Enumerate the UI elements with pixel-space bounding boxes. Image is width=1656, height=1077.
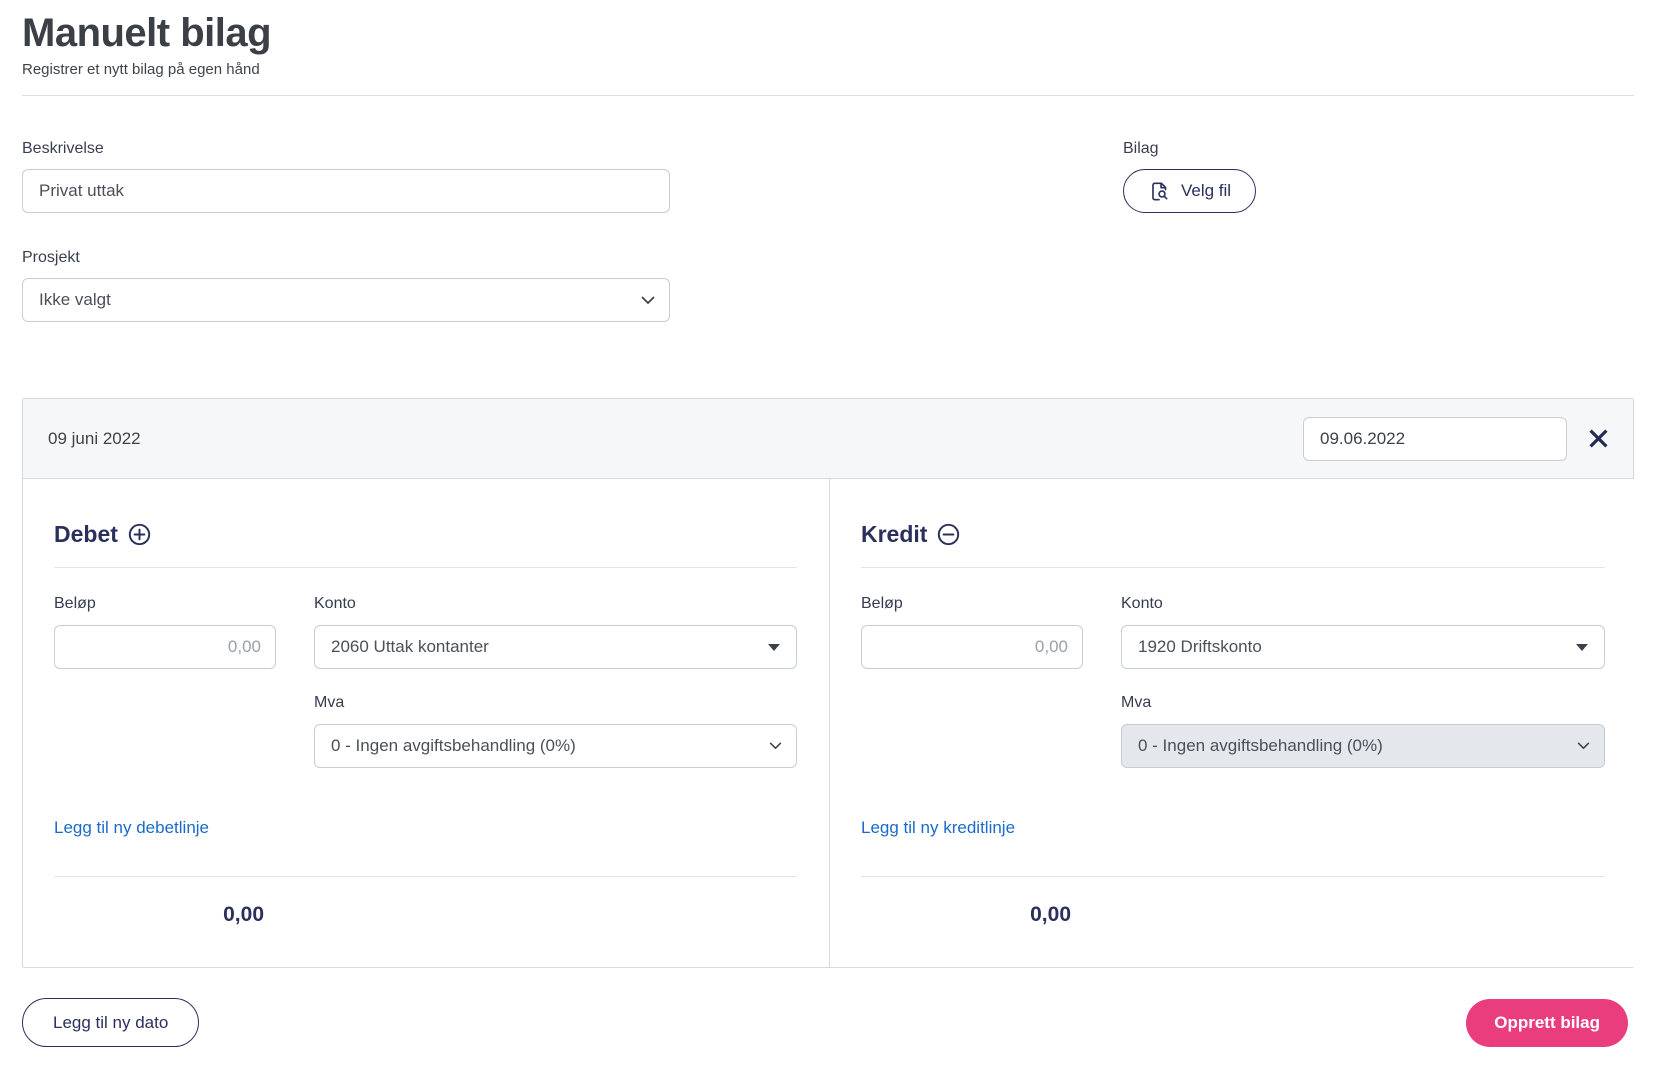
- credit-total: 0,00: [861, 903, 1083, 927]
- close-icon: [1586, 426, 1611, 451]
- debit-account-label: Konto: [314, 595, 797, 613]
- debit-total: 0,00: [54, 903, 276, 927]
- credit-title: Kredit: [861, 521, 927, 548]
- project-field-group: Prosjekt Ikke valgt: [22, 249, 1634, 322]
- chevron-down-icon: [769, 742, 782, 750]
- page-subtitle: Registrer et nytt bilag på egen hånd: [22, 61, 1634, 78]
- debit-account-group: Konto 2060 Uttak kontanter Mva 0 - Ingen…: [314, 595, 797, 768]
- chevron-down-icon: [1577, 742, 1590, 750]
- create-voucher-button[interactable]: Opprett bilag: [1466, 999, 1628, 1047]
- date-heading: 09 juni 2022: [48, 429, 141, 449]
- debit-vat-select[interactable]: 0 - Ingen avgiftsbehandling (0%): [314, 724, 797, 768]
- credit-account-label: Konto: [1121, 595, 1605, 613]
- footer-actions: Legg til ny dato Opprett bilag: [22, 998, 1634, 1047]
- credit-amount-group: Beløp: [861, 595, 1083, 768]
- project-select[interactable]: Ikke valgt: [22, 278, 670, 322]
- attachment-field-group: Bilag Velg fil: [1123, 140, 1256, 213]
- credit-fields-row: Beløp Konto 1920 Driftskonto Mva 0 - Ing: [861, 595, 1605, 768]
- description-input[interactable]: [22, 169, 670, 213]
- debit-credit-panels: Debet Beløp Konto: [23, 479, 1633, 967]
- debit-total-divider: [54, 876, 797, 877]
- date-input[interactable]: [1303, 417, 1567, 461]
- credit-vat-value: 0 - Ingen avgiftsbehandling (0%): [1138, 736, 1383, 756]
- debit-amount-input[interactable]: [54, 625, 276, 669]
- debit-account-select[interactable]: 2060 Uttak kontanter: [314, 625, 797, 669]
- choose-file-button-label: Velg fil: [1181, 181, 1231, 201]
- credit-account-group: Konto 1920 Driftskonto Mva 0 - Ingen avg…: [1121, 595, 1605, 768]
- add-credit-line-link[interactable]: Legg til ny kreditlinje: [861, 818, 1015, 838]
- project-label: Prosjekt: [22, 249, 1634, 267]
- debit-fields-row: Beløp Konto 2060 Uttak kontanter Mva 0 -: [54, 595, 797, 768]
- add-debit-line-link[interactable]: Legg til ny debetlinje: [54, 818, 209, 838]
- credit-panel: Kredit Beløp Konto: [830, 479, 1637, 967]
- debit-title-divider: [54, 567, 797, 568]
- debit-amount-label: Beløp: [54, 595, 276, 613]
- debit-amount-group: Beløp: [54, 595, 276, 768]
- credit-amount-input[interactable]: [861, 625, 1083, 669]
- credit-vat-label: Mva: [1121, 694, 1605, 712]
- choose-file-button[interactable]: Velg fil: [1123, 169, 1256, 213]
- manual-voucher-page: Manuelt bilag Registrer et nytt bilag på…: [0, 0, 1656, 1047]
- description-label: Beskrivelse: [22, 140, 1634, 158]
- minus-circle-icon[interactable]: [936, 522, 961, 547]
- file-search-icon: [1148, 180, 1171, 203]
- credit-account-value: 1920 Driftskonto: [1138, 637, 1262, 657]
- debit-account-value: 2060 Uttak kontanter: [331, 637, 489, 657]
- page-title: Manuelt bilag: [22, 10, 1634, 56]
- credit-vat-select[interactable]: 0 - Ingen avgiftsbehandling (0%): [1121, 724, 1605, 768]
- add-date-button[interactable]: Legg til ny dato: [22, 998, 199, 1047]
- credit-total-divider: [861, 876, 1605, 877]
- debit-vat-label: Mva: [314, 694, 797, 712]
- remove-date-button[interactable]: [1584, 424, 1613, 453]
- debit-vat-value: 0 - Ingen avgiftsbehandling (0%): [331, 736, 576, 756]
- credit-vat-group: Mva 0 - Ingen avgiftsbehandling (0%): [1121, 694, 1605, 768]
- project-selected-option: Ikke valgt: [39, 290, 111, 310]
- description-field-group: Beskrivelse: [22, 140, 1634, 213]
- voucher-date-card: 09 juni 2022 Debet: [22, 398, 1634, 968]
- credit-title-divider: [861, 567, 1605, 568]
- attachment-label: Bilag: [1123, 140, 1256, 158]
- credit-amount-label: Beløp: [861, 595, 1083, 613]
- credit-account-select[interactable]: 1920 Driftskonto: [1121, 625, 1605, 669]
- caret-down-icon: [768, 644, 780, 651]
- debit-vat-group: Mva 0 - Ingen avgiftsbehandling (0%): [314, 694, 797, 768]
- debit-title: Debet: [54, 521, 118, 548]
- chevron-down-icon: [641, 296, 655, 305]
- debit-title-row: Debet: [54, 507, 797, 548]
- date-header-controls: [1303, 417, 1613, 461]
- header-divider: [22, 95, 1634, 96]
- plus-circle-icon[interactable]: [127, 522, 152, 547]
- credit-title-row: Kredit: [861, 507, 1605, 548]
- caret-down-icon: [1576, 644, 1588, 651]
- voucher-top-form: Beskrivelse Bilag Velg fil Prosjekt: [22, 140, 1634, 322]
- debit-panel: Debet Beløp Konto: [23, 479, 830, 967]
- date-header-bar: 09 juni 2022: [23, 399, 1633, 479]
